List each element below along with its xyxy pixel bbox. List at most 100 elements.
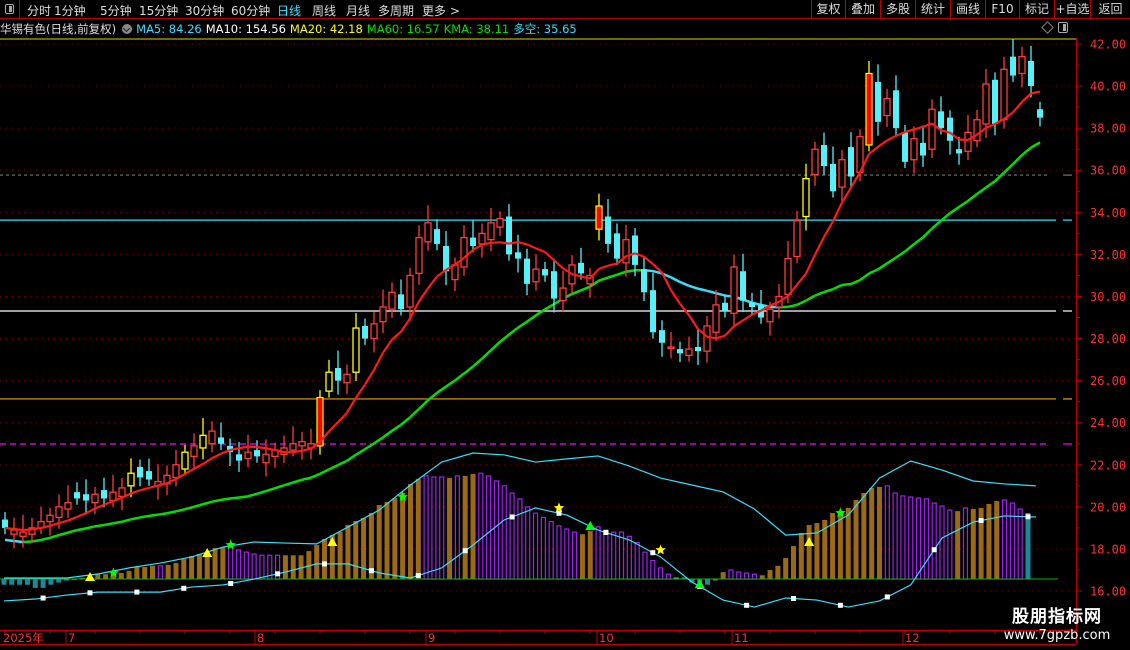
signal-square	[181, 585, 187, 591]
candlestick	[362, 318, 368, 345]
signal-triangle-icon	[327, 537, 338, 547]
candle-body	[838, 159, 846, 188]
signal-square	[415, 572, 421, 578]
signal-square	[603, 529, 609, 535]
candle-body	[127, 472, 135, 487]
ma-short-line	[301, 447, 312, 452]
candlestick	[74, 482, 80, 505]
ma-short-line	[76, 512, 87, 518]
watermark-url: www.7gpzb.com	[1003, 628, 1111, 643]
candle-body	[55, 506, 63, 519]
ma-short-line	[139, 486, 150, 492]
oscillator-bar	[40, 579, 46, 588]
candlestick	[307, 428, 315, 460]
candle-body	[1037, 109, 1043, 118]
y-tick-label: 38.00	[1090, 122, 1126, 136]
candle-body	[398, 294, 404, 310]
candle-body	[325, 371, 333, 392]
ma-long-line	[913, 236, 924, 246]
oscillator-bar	[376, 504, 382, 580]
candlestick	[146, 458, 152, 486]
oscillator-bar	[9, 579, 15, 585]
candlestick	[542, 261, 548, 282]
candle-body	[406, 274, 414, 308]
y-tick-label: 18.00	[1090, 542, 1126, 556]
ma-long-line	[481, 349, 492, 360]
candle-body	[91, 493, 99, 504]
ma-long-line	[958, 199, 969, 209]
signal-square	[790, 596, 796, 602]
candlestick	[515, 234, 521, 273]
oscillator-bar	[931, 502, 937, 580]
ma-short-line	[427, 275, 438, 289]
ma-long-line	[76, 527, 87, 532]
candlestick	[154, 464, 162, 500]
candle-body	[101, 490, 107, 499]
candlestick	[622, 224, 630, 277]
candle-body	[865, 72, 873, 146]
candle-body	[172, 464, 180, 479]
candle-body	[848, 147, 854, 177]
ma-long-line	[148, 513, 159, 518]
ma-short-line	[247, 445, 258, 449]
signal-square	[40, 595, 46, 601]
ma-long-line	[85, 525, 96, 530]
candle-body	[964, 131, 972, 152]
candlestick	[64, 485, 72, 518]
ma-short-line	[103, 500, 114, 506]
oscillator-bar	[947, 509, 953, 580]
candlestick	[605, 199, 611, 253]
oscillator-bar	[751, 573, 758, 580]
ma-long-line	[310, 472, 321, 479]
ma-short-line	[400, 317, 411, 333]
ma-long-line	[319, 468, 330, 475]
oscillator-bar	[720, 572, 726, 580]
oscillator-bar	[212, 547, 218, 580]
candle-body	[830, 163, 836, 192]
oscillator-bar	[321, 539, 327, 580]
candlestick	[199, 417, 207, 460]
oscillator-bar	[1, 579, 7, 585]
candlestick	[434, 219, 440, 251]
candle-body	[928, 108, 936, 150]
ma-short-line	[292, 449, 303, 454]
ma-long-line	[265, 486, 276, 493]
y-tick-label: 40.00	[1090, 80, 1126, 94]
ma-long-line	[409, 407, 420, 419]
y-tick-label: 28.00	[1090, 332, 1126, 346]
oscillator-bar	[439, 476, 445, 580]
candlestick	[127, 458, 135, 498]
candle-body	[910, 138, 918, 161]
oscillator-bar	[955, 511, 961, 580]
candlestick	[398, 279, 404, 316]
candlestick	[271, 442, 279, 468]
candle-body	[208, 430, 216, 445]
y-tick-label: 26.00	[1090, 374, 1126, 388]
signal-square	[884, 594, 890, 600]
ma-short-line	[535, 247, 546, 254]
candle-body	[956, 149, 962, 154]
oscillator-bar	[392, 498, 398, 580]
candlestick	[227, 438, 233, 467]
ma-long-line	[103, 522, 114, 527]
ma-long-line	[463, 365, 474, 375]
oscillator-bar	[923, 498, 929, 580]
ma-long-line	[22, 540, 33, 544]
candle-body	[595, 205, 603, 230]
candle-body	[875, 81, 881, 122]
candle-body	[478, 232, 486, 245]
ma-long-line	[229, 496, 240, 500]
kline-chart[interactable]: 42.00 40.00 38.00 36.00 34.00 32.00 30.00 28.00…	[0, 0, 1130, 650]
oscillator-bar	[845, 507, 851, 580]
oscillator-bar	[525, 506, 531, 580]
oscillator-bar	[501, 485, 507, 580]
candle-body	[677, 349, 683, 354]
ma-long-line	[508, 326, 519, 336]
oscillator-bar	[1017, 508, 1023, 580]
candle-body	[64, 502, 72, 510]
candle-body	[793, 220, 801, 258]
candle-body	[524, 258, 530, 284]
ma-long-line	[1021, 146, 1032, 156]
oscillator-bar	[705, 579, 711, 585]
watermark-title: 股朋指标网	[1012, 607, 1102, 627]
